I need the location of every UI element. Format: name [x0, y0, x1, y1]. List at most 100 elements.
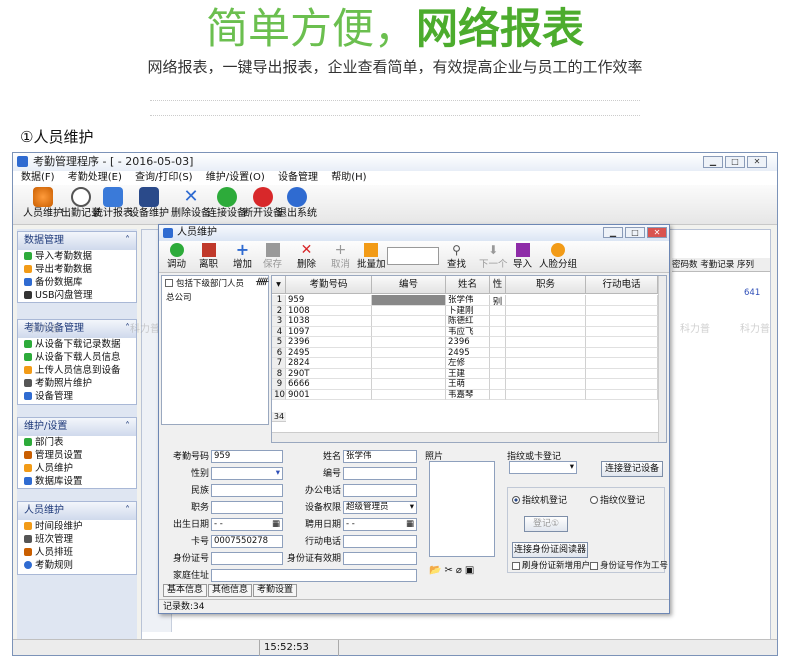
list-item[interactable]: 部门表	[18, 436, 136, 449]
title-field[interactable]	[211, 501, 283, 514]
list-item[interactable]: 上传人员信息到设备	[18, 364, 136, 377]
list-item[interactable]: 从设备下载人员信息	[18, 351, 136, 364]
id-new-user-checkbox[interactable]	[512, 562, 520, 570]
list-item[interactable]: USB闪盘管理	[18, 289, 136, 302]
chevron-up-icon[interactable]: ˄	[125, 232, 130, 250]
dialog-close-button[interactable]: ✕	[647, 227, 667, 238]
table-row[interactable]: 3 1038 陈德红	[272, 316, 666, 327]
cancel-button[interactable]: + 取消	[331, 243, 350, 270]
clip-icon[interactable]: ⌀	[456, 565, 465, 576]
list-item[interactable]: 设备管理	[18, 390, 136, 403]
card-no-field[interactable]: 0007550278	[211, 535, 283, 548]
register-button[interactable]: 登记①	[524, 516, 568, 532]
search-input[interactable]	[387, 247, 439, 265]
list-item[interactable]: 数据库设置	[18, 475, 136, 488]
list-item[interactable]: 人员排班	[18, 546, 136, 559]
att-no-field[interactable]: 959	[211, 450, 283, 463]
list-item[interactable]: 时间段维护	[18, 520, 136, 533]
table-row[interactable]: 5 2396 2396	[272, 337, 666, 348]
next-button[interactable]: ⬇ 下一个	[479, 243, 508, 270]
tree-node-root[interactable]: 总公司	[166, 291, 192, 303]
calendar-icon[interactable]: ▦	[406, 519, 414, 530]
transfer-button[interactable]: 调动	[167, 243, 186, 270]
find-button[interactable]: ⚲ 查找	[447, 243, 466, 270]
table-row[interactable]: 7 2824 左修	[272, 358, 666, 369]
menu-data[interactable]: 数据(F)	[21, 172, 55, 183]
col-header-title[interactable]: 职务	[506, 276, 586, 294]
list-item[interactable]: 管理员设置	[18, 449, 136, 462]
list-item[interactable]: 班次管理	[18, 533, 136, 546]
hire-date-field[interactable]: - - ▦	[343, 518, 417, 531]
table-row[interactable]: 9 6666 王萌	[272, 379, 666, 390]
tab-attendance[interactable]: 考勤设置	[253, 584, 298, 597]
chevron-up-icon[interactable]: ˄	[125, 502, 130, 520]
camera-icon[interactable]: ▣	[465, 565, 477, 576]
table-row[interactable]: 10 9001 韦嘉琴	[272, 389, 666, 400]
device-button[interactable]: 设备维护	[129, 187, 169, 220]
exit-button[interactable]: 退出系统	[277, 187, 317, 220]
emp-no-field[interactable]	[343, 467, 417, 480]
gender-select[interactable]: ▾	[211, 467, 283, 480]
dialog-minimize-button[interactable]: ▁	[603, 227, 623, 238]
radio-fp-device[interactable]	[590, 496, 598, 504]
col-header-gender[interactable]: 性别	[490, 276, 506, 308]
maximize-button[interactable]: □	[725, 156, 745, 168]
minimize-button[interactable]: ▁	[703, 156, 723, 168]
id-valid-field[interactable]	[343, 552, 417, 565]
group-header[interactable]: 人员维护 ˄	[18, 502, 136, 520]
list-item[interactable]: 从设备下载记录数据	[18, 338, 136, 351]
list-item[interactable]: 导出考勤数据	[18, 263, 136, 276]
mobile-field[interactable]	[343, 535, 417, 548]
address-field[interactable]	[211, 569, 417, 582]
id-reader-button[interactable]: 连接身份证阅读器	[512, 542, 588, 558]
table-row[interactable]: 1 959 张学伟	[272, 295, 666, 306]
resign-button[interactable]: 离职	[199, 243, 218, 270]
table-row[interactable]: 4 1097 韦应飞	[272, 326, 666, 337]
radio-fp-machine[interactable]	[512, 496, 520, 504]
menu-maintain[interactable]: 维护/设置(O)	[206, 172, 265, 183]
list-item[interactable]: 考勤规则	[18, 559, 136, 572]
include-sub-checkbox[interactable]	[165, 279, 173, 287]
col-header-att-no[interactable]: 考勤号码	[286, 276, 372, 294]
col-header-name[interactable]: 姓名	[446, 276, 490, 294]
list-item[interactable]: 考勤照片维护	[18, 377, 136, 390]
dialog-maximize-button[interactable]: □	[625, 227, 645, 238]
grid-hscrollbar[interactable]	[272, 432, 658, 442]
list-item[interactable]: 导入考勤数据	[18, 250, 136, 263]
office-phone-field[interactable]	[343, 484, 417, 497]
tab-other[interactable]: 其他信息	[208, 584, 253, 597]
id-as-no-checkbox[interactable]	[590, 562, 598, 570]
list-item[interactable]: 人员维护	[18, 462, 136, 475]
delete-button[interactable]: ✕ 删除	[297, 243, 316, 270]
group-header[interactable]: 维护/设置 ˄	[18, 418, 136, 436]
menu-device[interactable]: 设备管理	[278, 172, 318, 183]
batch-add-button[interactable]: 批量加	[357, 243, 386, 270]
tab-basic[interactable]: 基本信息	[163, 584, 208, 597]
save-photo-icon[interactable]: ✂	[444, 565, 455, 576]
close-button[interactable]: ✕	[747, 156, 767, 168]
photo-box[interactable]	[429, 461, 495, 557]
nation-field[interactable]	[211, 484, 283, 497]
save-button[interactable]: 保存	[263, 243, 282, 270]
table-row[interactable]: 6 2495 2495	[272, 347, 666, 358]
delete-device-button[interactable]: ✕ 删除设备	[171, 187, 211, 220]
add-button[interactable]: + 增加	[233, 242, 252, 271]
col-header-mobile[interactable]: 行动电话	[586, 276, 658, 294]
table-row[interactable]: 2 1008 卜建刚	[272, 305, 666, 316]
tree-icon[interactable]: ᚏ	[256, 277, 268, 287]
list-item[interactable]: 备份数据库	[18, 276, 136, 289]
import-button[interactable]: 导入	[513, 243, 532, 270]
calendar-icon[interactable]: ▦	[272, 519, 280, 530]
birthday-field[interactable]: - - ▦	[211, 518, 283, 531]
menu-help[interactable]: 帮助(H)	[331, 172, 366, 183]
face-group-button[interactable]: 人脸分组	[539, 243, 577, 270]
report-button[interactable]: 统计报表	[93, 187, 133, 220]
table-row[interactable]: 8 290T 王建	[272, 368, 666, 379]
connect-device-button[interactable]: 连接设备	[207, 187, 247, 220]
group-header[interactable]: 数据管理 ˄	[18, 232, 136, 250]
name-field[interactable]: 张学伟	[343, 450, 417, 463]
fp-select[interactable]: ▾	[509, 461, 577, 474]
id-no-field[interactable]	[211, 552, 283, 565]
col-header-emp-no[interactable]: 编号	[372, 276, 446, 294]
menu-attendance[interactable]: 考勤处理(E)	[68, 172, 122, 183]
